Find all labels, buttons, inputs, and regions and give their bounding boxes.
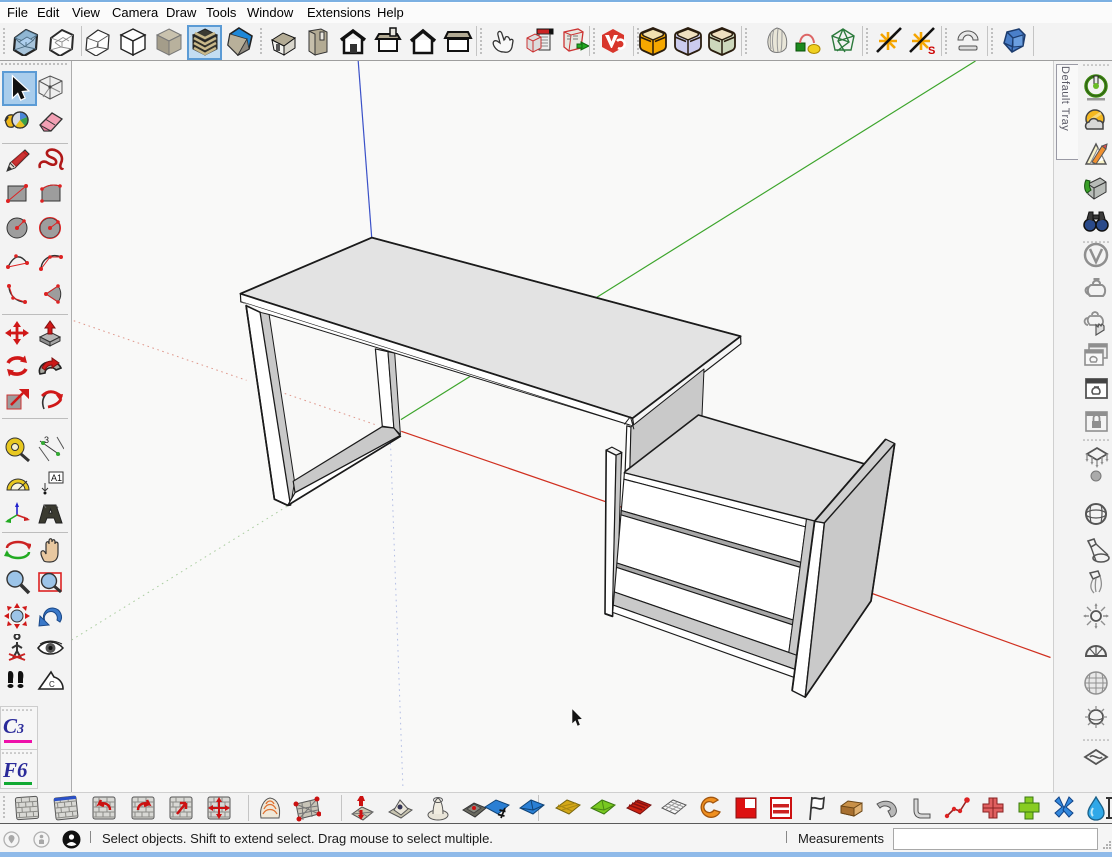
svg-text:C: C (49, 680, 55, 689)
svg-text:3: 3 (44, 435, 49, 445)
svg-text:A1: A1 (51, 473, 62, 483)
svg-text:S: S (928, 45, 935, 56)
